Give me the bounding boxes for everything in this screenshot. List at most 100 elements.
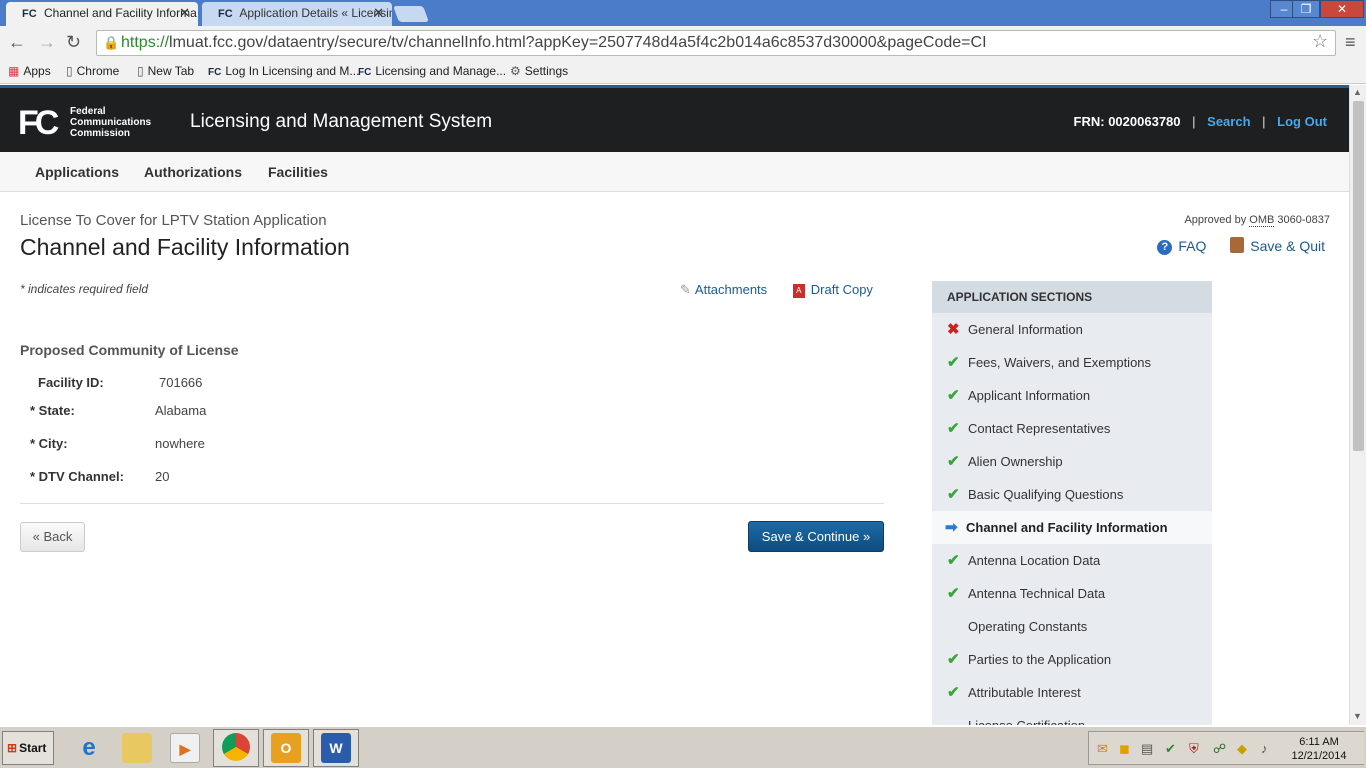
dtv-channel-label: * DTV Channel: [30,469,124,484]
media-player-icon[interactable]: ▶ [170,733,200,763]
sidebar-item[interactable]: ✔ Attributable Interest [932,676,1212,709]
facility-id-label: Facility ID: [38,375,104,390]
state-value: Alabama [155,403,207,418]
bookmarks-bar: ▦ Apps ▯ Chrome ▯ New Tab FC Log In Licensin… [0,60,1366,84]
sidebar-item-label: Contact Representatives [968,421,1111,436]
site-header: FC Federal Communications Commission Lic… [0,85,1349,152]
sidebar-item[interactable]: ✔ Applicant Information [932,379,1212,412]
outlook-taskbar-button[interactable]: O [263,729,309,767]
divider [20,503,884,504]
sidebar-item-label: Parties to the Application [968,652,1112,667]
tab-channel-facility[interactable]: FC Channel and Facility Informa ✕ [6,2,198,26]
application-type: License To Cover for LPTV Station Applic… [20,212,327,229]
apps-icon: ▦ [8,64,20,78]
document-links: ✎ Attachments A Draft Copy [680,282,873,298]
sidebar-item[interactable]: ✔ Antenna Location Data [932,544,1212,577]
faq-link[interactable]: FAQ [1178,238,1206,254]
fcc-favicon: FC [208,67,222,78]
bookmark-chrome[interactable]: ▯ Chrome [66,64,119,78]
tab-title: Application Details « Licensin [239,6,392,20]
save-continue-button[interactable]: Save & Continue » [748,521,884,552]
system-clock[interactable]: 6:11 AM 12/21/2014 [1289,735,1349,763]
outlook-icon: O [271,733,301,763]
chrome-taskbar-button[interactable] [213,729,259,767]
sync-icon[interactable]: ☍ [1213,741,1226,757]
pdf-icon: A [792,284,805,298]
sidebar-item[interactable]: ✔ Parties to the Application [932,643,1212,676]
sidebar-item[interactable]: ✔ Antenna Technical Data [932,577,1212,610]
back-button[interactable]: « Back [20,522,85,552]
page-viewport: FC Federal Communications Commission Lic… [0,85,1366,725]
system-title: Licensing and Management System [190,111,493,132]
update-icon[interactable]: ◆ [1237,741,1247,757]
browser-tabstrip: FC Channel and Facility Informa ✕ FC App… [0,0,1366,26]
sidebar-item-label: License Certification [968,718,1085,725]
bookmark-settings[interactable]: ⚙ Settings [510,64,568,78]
sidebar-item[interactable]: ✔ Alien Ownership [932,445,1212,478]
new-tab-button[interactable] [393,6,429,22]
nav-authorizations[interactable]: Authorizations [144,164,242,180]
sidebar-item-label: Antenna Location Data [968,553,1101,568]
city-value: nowhere [155,436,205,451]
bookmark-apps[interactable]: ▦ Apps [8,64,51,78]
bookmark-login-licensing[interactable]: FC Log In Licensing and M... [208,64,359,78]
word-taskbar-button[interactable]: W [313,729,359,767]
word-icon: W [321,733,351,763]
browser-menu-icon[interactable]: ≡ [1345,32,1356,53]
section-heading: Proposed Community of License [20,342,239,358]
search-link[interactable]: Search [1207,114,1250,129]
shield-icon[interactable]: ⛨ [1189,741,1199,757]
scroll-up-icon[interactable]: ▲ [1353,87,1362,97]
sidebar-item-label: Basic Qualifying Questions [968,487,1124,502]
folder-icon[interactable] [122,733,152,763]
sidebar-item[interactable]: ✔ Basic Qualifying Questions [932,478,1212,511]
arrow-right-icon: ➡ [945,519,958,536]
sidebar-item[interactable]: ➡ Channel and Facility Information [932,511,1212,544]
checkmark-icon: ✔ [947,651,960,668]
bookmark-licensing-manage[interactable]: FC Licensing and Manage... [358,64,506,78]
back-arrow-icon[interactable]: ← [8,32,26,53]
network-icon[interactable]: ▤ [1141,741,1153,757]
sidebar-item[interactable]: License Certification [932,709,1212,725]
tab-close-icon[interactable]: ✕ [179,2,190,24]
save-quit-link[interactable]: Save & Quit [1250,238,1325,254]
nav-facilities[interactable]: Facilities [268,164,328,180]
restore-button[interactable]: ❐ [1292,0,1320,18]
sidebar-item-label: Alien Ownership [968,454,1063,469]
draft-copy-link[interactable]: Draft Copy [811,282,873,297]
bookmark-new-tab[interactable]: ▯ New Tab [137,64,194,78]
security-icon[interactable]: ✔ [1165,741,1176,757]
tab-application-details[interactable]: FC Application Details « Licensin ✕ [202,2,392,26]
checkmark-icon: ✔ [947,552,960,569]
logout-link[interactable]: Log Out [1277,114,1327,129]
vertical-scrollbar[interactable]: ▲ ▼ [1349,85,1366,725]
nav-applications[interactable]: Applications [35,164,119,180]
forward-arrow-icon[interactable]: → [38,32,56,53]
sidebar-item[interactable]: ✖ General Information [932,313,1212,346]
sidebar-item-label: Applicant Information [968,388,1091,403]
scroll-down-icon[interactable]: ▼ [1353,711,1362,721]
address-bar[interactable]: 🔒 https://lmuat.fcc.gov/dataentry/secure/… [96,30,1336,56]
internet-explorer-icon[interactable]: e [74,733,104,763]
fcc-favicon: FC [218,8,233,20]
close-window-button[interactable]: ✕ [1320,0,1364,18]
state-label: * State: [30,403,75,418]
scrollbar-thumb[interactable] [1353,101,1364,451]
windows-taskbar: ⊞ Start e ▶ O W ✉ ◼ ▤ ✔ ⛨ ☍ ◆ ♪ 6:11 AM 1… [0,726,1366,768]
outlook-tray-icon[interactable]: ◼ [1119,741,1130,757]
start-button[interactable]: ⊞ Start [2,731,54,765]
checkmark-icon: ✔ [947,486,960,503]
bookmark-star-icon[interactable]: ☆ [1312,31,1328,52]
volume-icon[interactable]: ♪ [1261,741,1268,756]
agency-name: Federal Communications Commission [70,106,152,139]
browser-toolbar: ← → ↻ 🔒 https://lmuat.fcc.gov/dataentry/s… [0,26,1366,60]
sidebar-item[interactable]: Operating Constants [932,610,1212,643]
mail-icon[interactable]: ✉ [1097,741,1108,757]
attachments-link[interactable]: Attachments [695,282,767,297]
main-nav: Applications Authorizations Facilities [0,152,1349,192]
reload-icon[interactable]: ↻ [66,32,81,53]
fcc-logo[interactable]: FC [18,106,62,140]
sidebar-item[interactable]: ✔ Fees, Waivers, and Exemptions [932,346,1212,379]
tab-close-icon[interactable]: ✕ [373,2,384,24]
sidebar-item[interactable]: ✔ Contact Representatives [932,412,1212,445]
